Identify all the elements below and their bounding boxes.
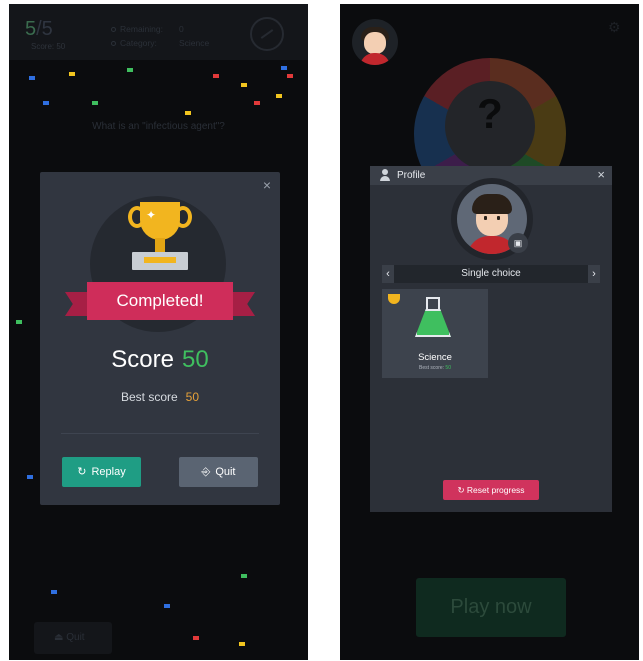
trophy-icon: [388, 294, 400, 304]
trophy-stem: [155, 238, 165, 252]
close-icon[interactable]: ×: [597, 167, 605, 182]
confetti: [213, 74, 219, 78]
flask-icon: [426, 297, 440, 311]
mode-label: Single choice: [461, 268, 521, 279]
exit-icon: ⎆: [201, 466, 211, 478]
confetti: [92, 101, 98, 105]
avatar[interactable]: [352, 19, 398, 65]
mode-selector: ‹ Single choice ›: [382, 265, 600, 283]
replay-icon: ↻: [77, 466, 87, 478]
play-now-button[interactable]: Play now: [416, 578, 566, 637]
profile-title: Profile: [397, 170, 426, 181]
reset-progress-button[interactable]: ↻ Reset progress: [443, 480, 539, 500]
completed-banner: Completed!: [87, 282, 233, 320]
score-label: Score: 50: [31, 42, 66, 51]
image-icon[interactable]: ▣: [508, 233, 528, 253]
question-mark-icon: ?: [477, 90, 503, 137]
game-header: 5/5 Score: 50 Remaining: 0 Category: Scien…: [9, 4, 308, 60]
confetti: [254, 101, 260, 105]
confetti: [29, 76, 35, 80]
final-score: Score 50: [111, 346, 209, 373]
completed-dialog: × ✦ Completed! Score 50 Best score 50 ↻ Rep…: [40, 172, 280, 505]
close-icon[interactable]: ×: [263, 177, 271, 193]
category-name: Science: [418, 352, 452, 363]
replay-button[interactable]: ↻ Replay: [62, 457, 141, 487]
reset-icon: ↻: [457, 485, 467, 495]
gear-icon[interactable]: ⚙: [608, 19, 621, 36]
category-card-science[interactable]: Science Best score: 50: [382, 289, 488, 378]
confetti: [164, 604, 170, 608]
confetti: [281, 66, 287, 70]
category-best-score: Best score: 50: [419, 365, 451, 371]
confetti: [16, 320, 22, 324]
divider: [61, 433, 259, 434]
chevron-right-icon[interactable]: ›: [588, 265, 600, 283]
confetti: [43, 101, 49, 105]
best-score: Best score 50: [120, 390, 200, 404]
confetti: [193, 636, 199, 640]
quit-button-background: ⏏ Quit: [34, 622, 112, 654]
game-over-screen: 5/5 Score: 50 Remaining: 0 Category: Scien…: [9, 4, 308, 660]
flask-icon: [415, 309, 451, 337]
question-text: What is an "infectious agent"?: [92, 121, 225, 132]
dot-icon: [111, 41, 116, 46]
confetti: [51, 590, 57, 594]
confetti: [239, 642, 245, 646]
exit-icon: ⏏: [54, 632, 67, 643]
home-screen: ⚙ ? Play now Profile × ▣ ‹ Single choice…: [340, 4, 639, 660]
user-icon: [379, 169, 391, 181]
score-counter: 5/5: [25, 18, 53, 40]
category-info: Category: Science: [111, 38, 209, 48]
confetti: [127, 68, 133, 72]
dot-icon: [111, 27, 116, 32]
quit-button[interactable]: ⎆ Quit: [179, 457, 258, 487]
confetti: [241, 83, 247, 87]
timer-icon: [250, 17, 284, 51]
chevron-left-icon[interactable]: ‹: [382, 265, 394, 283]
remaining-info: Remaining: 0: [111, 24, 184, 34]
confetti: [241, 574, 247, 578]
confetti: [287, 74, 293, 78]
confetti: [69, 72, 75, 76]
trophy-base: [132, 252, 188, 270]
confetti: [185, 111, 191, 115]
confetti: [276, 94, 282, 98]
confetti: [27, 475, 33, 479]
sparkle-icon: ✦: [146, 208, 157, 222]
profile-panel: Profile × ▣ ‹ Single choice › Science Be…: [370, 166, 612, 512]
